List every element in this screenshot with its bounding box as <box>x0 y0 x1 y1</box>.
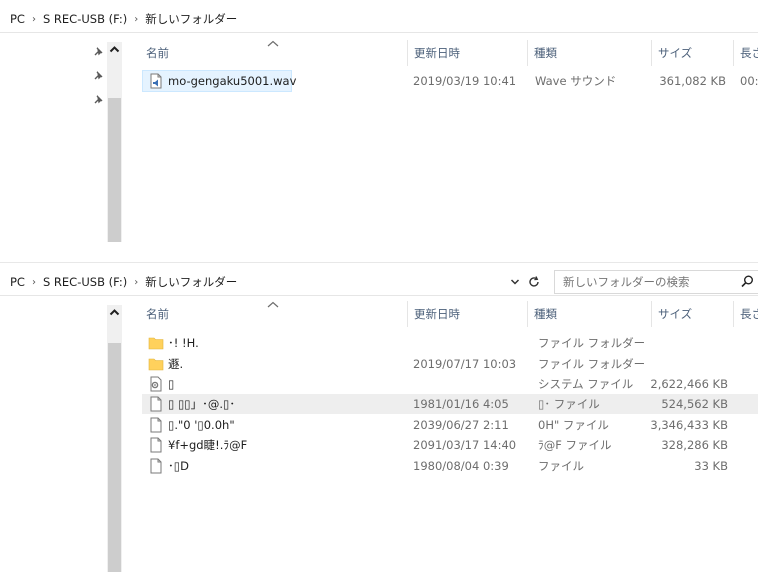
file-length: 00: <box>740 74 758 88</box>
file-type: ﾗ@F ファイル <box>538 438 612 452</box>
top-explorer-panel: PC › S REC-USB (F:) › 新しいフォルダー 名前 更新日時 種… <box>0 0 758 242</box>
folder-icon <box>148 358 164 371</box>
scroll-thumb[interactable] <box>108 343 121 572</box>
file-size: 361,082 KB <box>659 74 726 88</box>
column-header-row: 名前 更新日時 種類 サイズ 長さ <box>124 301 758 327</box>
pin-icon <box>94 94 103 104</box>
table-row[interactable]: ▯."0 '▯0.0h" 2039/06/27 2:11 0H" ファイル 3,… <box>142 415 758 435</box>
pin-icon <box>94 46 103 56</box>
file-type: 0H" ファイル <box>538 418 609 432</box>
file-icon <box>150 417 162 433</box>
scroll-up-arrow-icon[interactable] <box>107 305 122 320</box>
bottom-explorer-panel: PC › S REC-USB (F:) › 新しいフォルダー 名前 更新日時 種… <box>0 263 758 572</box>
folder-icon <box>148 337 164 350</box>
breadcrumb: PC › S REC-USB (F:) › 新しいフォルダー <box>10 6 237 32</box>
wave-file-icon <box>150 73 162 89</box>
file-date: 2019/03/19 10:41 <box>413 74 517 88</box>
file-type: ▯･ ファイル <box>538 397 600 411</box>
file-name: ▯."0 '▯0.0h" <box>168 418 235 432</box>
column-name[interactable]: 名前 <box>140 40 406 66</box>
column-date[interactable]: 更新日時 <box>407 301 524 327</box>
file-size: 524,562 KB <box>661 397 728 411</box>
breadcrumb-drive[interactable]: S REC-USB (F:) <box>43 12 127 26</box>
file-type: Wave サウンド <box>535 74 617 88</box>
file-icon <box>150 396 162 412</box>
scroll-up-arrow-icon[interactable] <box>107 42 122 57</box>
column-length[interactable]: 長さ <box>733 40 758 66</box>
file-name: ･▯D <box>168 459 189 473</box>
table-row[interactable]: ▯ システム ファイル 2,622,466 KB <box>142 374 758 394</box>
file-date: 1980/08/04 0:39 <box>413 459 509 473</box>
chevron-down-icon[interactable] <box>510 277 520 287</box>
column-length[interactable]: 長さ <box>733 301 758 327</box>
file-date: 2091/03/17 14:40 <box>413 438 517 452</box>
table-row[interactable]: ･▯D 1980/08/04 0:39 ファイル 33 KB <box>142 456 758 476</box>
refresh-icon[interactable] <box>527 275 541 289</box>
file-size: 3,346,433 KB <box>650 418 728 432</box>
file-size <box>628 354 728 374</box>
breadcrumb-drive[interactable]: S REC-USB (F:) <box>43 275 127 289</box>
file-name: ¥f+gd睫!.ﾗ@F <box>168 438 248 452</box>
file-name: mo-gengaku5001.wav <box>168 74 297 88</box>
nav-scrollbar[interactable] <box>107 42 122 242</box>
chevron-right-icon: › <box>31 13 36 25</box>
file-date: 2019/07/17 10:03 <box>413 357 517 371</box>
breadcrumb: PC › S REC-USB (F:) › 新しいフォルダー <box>10 269 237 295</box>
search-input[interactable] <box>563 273 733 291</box>
chevron-right-icon: › <box>134 13 139 25</box>
file-type: システム ファイル <box>538 377 634 391</box>
breadcrumb-pc[interactable]: PC <box>10 12 25 26</box>
table-row[interactable]: ¥f+gd睫!.ﾗ@F 2091/03/17 14:40 ﾗ@F ファイル 32… <box>142 435 758 455</box>
scroll-thumb[interactable] <box>108 98 121 242</box>
column-header-row: 名前 更新日時 種類 サイズ 長さ <box>124 40 758 66</box>
file-icon <box>150 437 162 453</box>
table-row[interactable]: mo-gengaku5001.wav 2019/03/19 10:41 Wave… <box>142 71 758 91</box>
address-bar[interactable]: PC › S REC-USB (F:) › 新しいフォルダー <box>0 6 758 33</box>
chevron-right-icon: › <box>31 276 36 288</box>
breadcrumb-folder[interactable]: 新しいフォルダー <box>145 274 237 290</box>
file-date: 1981/01/16 4:05 <box>413 397 509 411</box>
file-size: 2,622,466 KB <box>650 377 728 391</box>
nav-scrollbar[interactable] <box>107 305 122 572</box>
system-file-icon <box>150 376 162 392</box>
file-type: ファイル <box>538 459 584 473</box>
file-name: 遯. <box>168 357 184 371</box>
column-name[interactable]: 名前 <box>140 301 406 327</box>
search-box[interactable] <box>554 270 758 294</box>
table-row[interactable]: ▯ ▯▯」･@.▯･ 1981/01/16 4:05 ▯･ ファイル 524,5… <box>142 394 758 414</box>
file-size: 33 KB <box>694 459 728 473</box>
file-name: ▯ ▯▯」･@.▯･ <box>168 397 236 411</box>
pin-icon <box>94 70 103 80</box>
file-size <box>628 333 728 353</box>
search-icon[interactable] <box>741 275 754 288</box>
breadcrumb-pc[interactable]: PC <box>10 275 25 289</box>
file-name: ▯ <box>168 377 175 391</box>
chevron-right-icon: › <box>134 276 139 288</box>
file-size: 328,286 KB <box>661 438 728 452</box>
file-name: ･! !H. <box>168 336 199 350</box>
column-type[interactable]: 種類 <box>527 40 646 66</box>
column-type[interactable]: 種類 <box>527 301 646 327</box>
file-date: 2039/06/27 2:11 <box>413 418 509 432</box>
column-size[interactable]: サイズ <box>651 40 736 66</box>
column-size[interactable]: サイズ <box>651 301 736 327</box>
file-icon <box>150 458 162 474</box>
table-row[interactable]: ･! !H. ファイル フォルダー <box>142 333 758 353</box>
column-date[interactable]: 更新日時 <box>407 40 524 66</box>
table-row[interactable]: 遯. 2019/07/17 10:03 ファイル フォルダー <box>142 354 758 374</box>
breadcrumb-folder[interactable]: 新しいフォルダー <box>145 11 237 27</box>
